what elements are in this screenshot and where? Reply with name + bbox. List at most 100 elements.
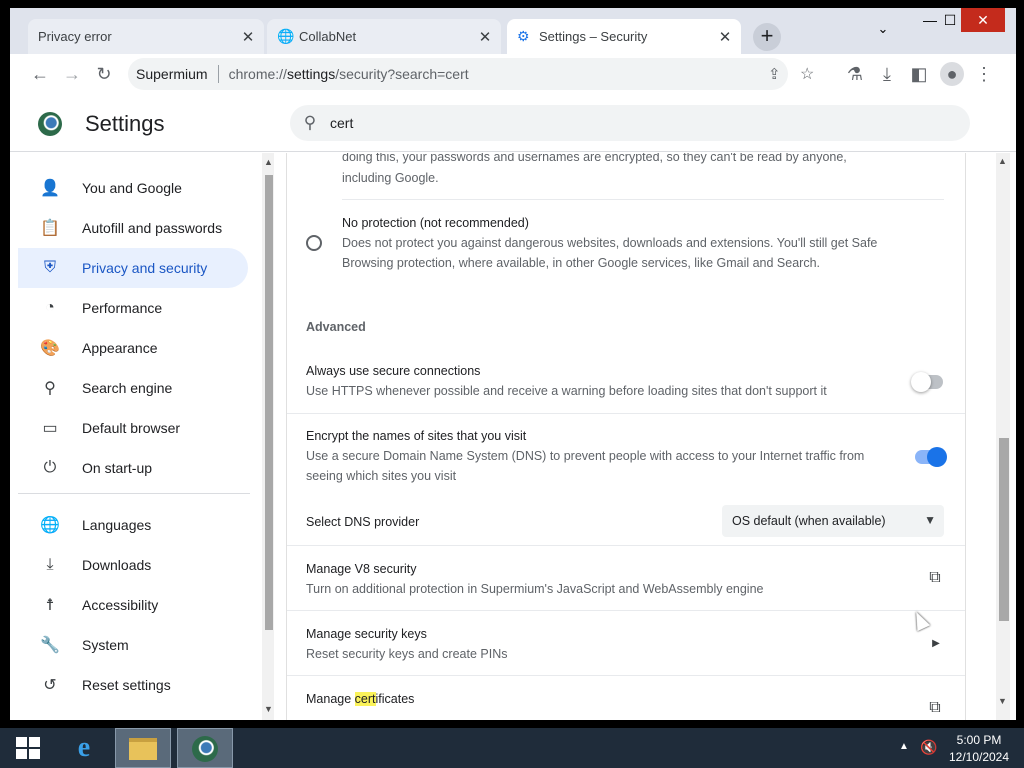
download-icon: ⤓ xyxy=(46,556,54,573)
dropdown-arrow-icon: ▼ xyxy=(924,513,936,527)
omnibox[interactable]: Supermium chrome://settings/security?sea… xyxy=(128,58,814,90)
sidebar-item-label: Default browser xyxy=(82,420,181,436)
secure-connections-desc: Use HTTPS whenever possible and receive … xyxy=(306,384,827,398)
tab-title: CollabNet xyxy=(299,29,357,44)
secure-connections-title: Always use secure connections xyxy=(306,364,481,378)
internet-explorer-icon[interactable]: e xyxy=(56,728,112,768)
share-icon[interactable]: ⇪ xyxy=(768,65,781,83)
search-highlight: cert xyxy=(354,692,376,706)
supermium-taskbar-icon[interactable] xyxy=(177,728,233,768)
globe-icon: 🌐 xyxy=(277,28,295,44)
no-protection-title: No protection (not recommended) xyxy=(342,216,529,230)
sidebar-item-languages[interactable]: 🌐 Languages xyxy=(18,505,248,545)
sidebar-item-you-and-google[interactable]: 👤 You and Google xyxy=(18,168,248,208)
sidebar-item-appearance[interactable]: 🎨 Appearance xyxy=(18,328,248,368)
chevron-right-icon: ▶ xyxy=(932,638,940,649)
reload-icon[interactable]: ↻ xyxy=(92,62,116,86)
sidebar-item-performance[interactable]: ◔ Performance xyxy=(18,288,248,328)
sidebar-scrollbar-thumb[interactable] xyxy=(265,175,273,630)
new-tab-button[interactable]: + xyxy=(753,23,781,51)
clipboard-icon: 📋 xyxy=(40,220,60,237)
volume-muted-icon[interactable]: 🔇 xyxy=(920,739,937,756)
browser-toolbar: ← → ↻ Supermium chrome://settings/securi… xyxy=(10,54,1016,94)
tab-search-chevron-icon[interactable]: ⌄ xyxy=(870,17,896,41)
security-keys-row[interactable]: Manage security keys Reset security keys… xyxy=(287,611,965,675)
labs-flask-icon[interactable]: ⚗ xyxy=(843,62,867,86)
sidebar-item-label: On start-up xyxy=(82,460,153,476)
content-scrollbar-thumb[interactable] xyxy=(999,438,1009,621)
forward-icon[interactable]: → xyxy=(60,62,84,86)
back-icon[interactable]: ← xyxy=(28,62,52,86)
scroll-up-arrow-icon[interactable]: ▲ xyxy=(998,156,1007,166)
tray-expand-icon[interactable]: ▲ xyxy=(899,741,909,752)
sidebar-item-autofill[interactable]: 📋 Autofill and passwords xyxy=(18,208,248,248)
tab-close-icon[interactable]: ✕ xyxy=(477,28,493,46)
tab-close-icon[interactable]: ✕ xyxy=(240,28,256,46)
no-protection-radio[interactable] xyxy=(306,235,322,251)
tab-settings-security[interactable]: ⚙ Settings – Security ✕ xyxy=(507,19,741,54)
sidebar-item-label: Autofill and passwords xyxy=(82,220,223,236)
site-chip: Supermium xyxy=(136,66,208,82)
certificates-row[interactable]: Manage certificates ⧉ xyxy=(287,676,965,720)
encrypt-names-toggle[interactable] xyxy=(915,447,947,467)
url-text[interactable]: chrome://settings/security?search=cert xyxy=(229,66,469,82)
gear-icon: ⚙ xyxy=(517,28,530,44)
tab-strip: Privacy error ✕ 🌐 CollabNet ✕ ⚙ Settings… xyxy=(10,8,1016,54)
encrypt-names-desc: seeing which sites you visit xyxy=(306,469,457,483)
sidebar-item-reset-settings[interactable]: ↺ Reset settings xyxy=(18,665,248,705)
dns-provider-select[interactable]: OS default (when available) ▼ xyxy=(722,505,944,537)
clock-date[interactable]: 12/10/2024 xyxy=(946,750,1012,764)
settings-sidebar: 👤 You and Google 📋 Autofill and passwords … xyxy=(18,153,274,720)
settings-search[interactable]: ⚲ ✕ xyxy=(290,105,970,141)
search-icon: ⚲ xyxy=(303,113,317,132)
folder-icon xyxy=(129,738,157,760)
tab-title: Privacy error xyxy=(38,29,112,44)
open-external-icon[interactable]: ⧉ xyxy=(926,699,944,717)
history-icon: ↺ xyxy=(43,677,57,694)
tab-close-icon[interactable]: ✕ xyxy=(717,28,733,46)
encrypt-names-desc: Use a secure Domain Name System (DNS) to… xyxy=(306,449,865,463)
star-icon[interactable]: ☆ xyxy=(800,64,814,84)
sidebar-item-label: Reset settings xyxy=(82,677,171,693)
omnibox-divider xyxy=(217,65,219,83)
sidebar-item-accessibility[interactable]: ☨ Accessibility xyxy=(18,585,248,625)
url-path: /security?search=cert xyxy=(335,66,469,82)
dns-provider-label: Select DNS provider xyxy=(306,515,420,529)
sidebar-item-label: Privacy and security xyxy=(82,260,208,276)
sidebar-item-label: Appearance xyxy=(82,340,158,356)
close-window-button[interactable]: ✕ xyxy=(961,8,1005,32)
scroll-up-arrow-icon[interactable]: ▲ xyxy=(264,157,273,167)
v8-security-row[interactable]: Manage V8 security Turn on additional pr… xyxy=(287,546,965,610)
start-button[interactable] xyxy=(0,728,56,768)
side-panel-icon[interactable]: ◧ xyxy=(907,62,931,86)
open-external-icon[interactable]: ⧉ xyxy=(926,569,944,587)
profile-avatar-icon[interactable]: ● xyxy=(940,62,964,86)
shield-icon: ⛨ xyxy=(43,259,56,276)
v8-security-title: Manage V8 security xyxy=(306,562,417,576)
search-input[interactable] xyxy=(330,115,970,131)
sidebar-item-default-browser[interactable]: ▭ Default browser xyxy=(18,408,248,448)
clock-time[interactable]: 5:00 PM xyxy=(946,733,1012,747)
menu-kebab-icon[interactable]: ⋮ xyxy=(972,62,996,86)
sidebar-item-privacy[interactable]: ⛨ Privacy and security xyxy=(18,248,248,288)
content-scrollbar[interactable] xyxy=(996,153,1010,720)
download-icon[interactable]: ⤓ xyxy=(875,62,899,86)
sidebar-item-label: Downloads xyxy=(82,557,152,573)
sidebar-item-on-startup[interactable]: ⏻ On start-up xyxy=(18,448,248,488)
file-explorer-icon[interactable] xyxy=(115,728,171,768)
url-scheme: chrome:// xyxy=(228,66,287,82)
sidebar-item-downloads[interactable]: ⤓ Downloads xyxy=(18,545,248,585)
supermium-logo xyxy=(38,112,62,136)
person-icon: 👤 xyxy=(40,180,60,197)
secure-connections-toggle[interactable] xyxy=(911,372,943,392)
tab-privacy-error[interactable]: Privacy error ✕ xyxy=(28,19,264,54)
sidebar-item-label: You and Google xyxy=(82,180,182,196)
scroll-down-arrow-icon[interactable]: ▼ xyxy=(264,704,273,714)
security-keys-desc: Reset security keys and create PINs xyxy=(306,647,508,661)
sidebar-item-system[interactable]: 🔧 System xyxy=(18,625,248,665)
v8-security-desc: Turn on additional protection in Supermi… xyxy=(306,582,764,596)
scroll-down-arrow-icon[interactable]: ▼ xyxy=(998,696,1007,706)
url-host: settings xyxy=(286,66,336,82)
sidebar-item-search-engine[interactable]: ⚲ Search engine xyxy=(18,368,248,408)
tab-collabnet[interactable]: 🌐 CollabNet ✕ xyxy=(267,19,501,54)
